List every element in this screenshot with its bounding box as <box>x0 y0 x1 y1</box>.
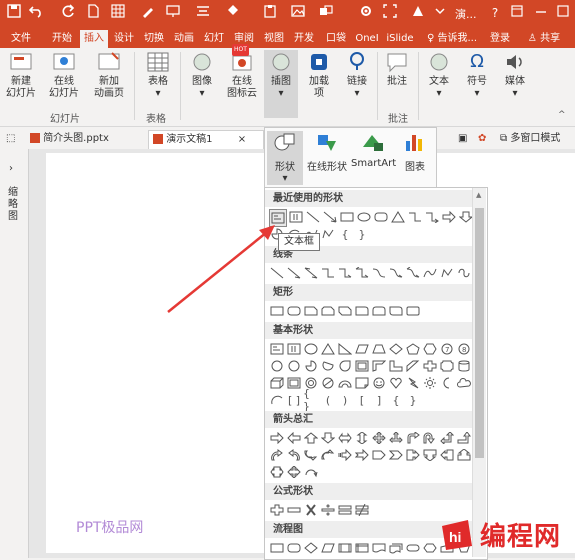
svg-text:hi: hi <box>449 529 461 545</box>
brand-logo: hi 编程网 <box>440 512 575 558</box>
annotation-arrow <box>167 225 275 313</box>
brand-name: 编程网 <box>480 522 562 552</box>
brand-logo-icon: hi <box>442 520 472 550</box>
